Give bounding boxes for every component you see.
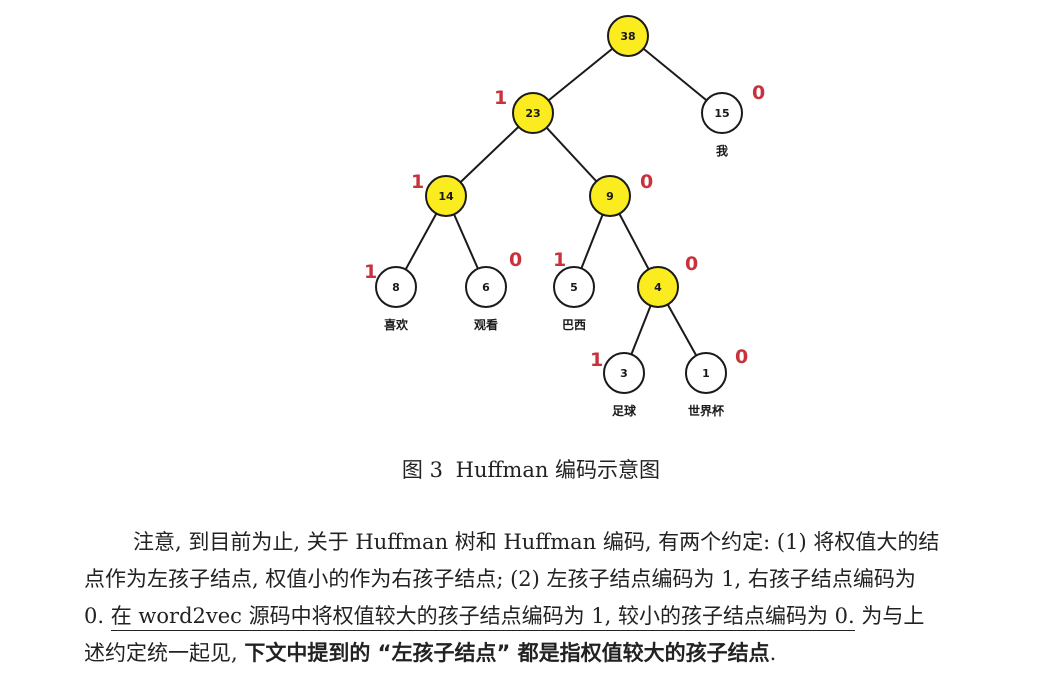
huffman-tree-figure: 3823115我0141908喜欢16观看05巴西1403足球11世界杯0 [364, 15, 765, 418]
node-code-label: 0 [640, 171, 653, 193]
node-word-label: 巴西 [562, 318, 586, 332]
paragraph-line-2: 点作为左孩子结点, 权值小的作为右孩子结点; (2) 左孩子结点编码为 1, 右… [84, 567, 916, 591]
tree-node: 14 1 [411, 171, 467, 217]
node-code-label: 0 [685, 253, 698, 275]
tree-node: 5 巴西 1 [553, 249, 595, 332]
figure-caption: 图 3 Huffman 编码示意图 [0, 454, 1062, 484]
tree-node: 38 [607, 15, 649, 57]
line-4-start: 述约定统一起见, [84, 641, 238, 665]
underlined-statement: 在 word2vec 源码中将权值较大的孩子结点编码为 1, 较小的孩子结点编码… [110, 604, 855, 631]
tree-node: 3 足球 1 [590, 349, 645, 418]
figure-label: 图 3 [401, 458, 443, 482]
node-code-label: 1 [411, 171, 424, 193]
line-3-start: 0. [84, 604, 105, 628]
node-word-label: 世界杯 [688, 403, 725, 418]
node-value: 3 [620, 367, 628, 380]
paragraph-line-1: 注意, 到目前为止, 关于 Huffman 树和 Huffman 编码, 有两个… [133, 530, 940, 554]
paragraph-line-3: 0. 在 word2vec 源码中将权值较大的孩子结点编码为 1, 较小的孩子结… [84, 598, 1054, 635]
body-paragraph: 注意, 到目前为止, 关于 Huffman 树和 Huffman 编码, 有两个… [84, 524, 1054, 672]
tree-node: 1 世界杯 0 [685, 346, 748, 418]
node-value: 5 [570, 281, 578, 294]
node-value: 8 [392, 281, 400, 294]
bold-statement: 下文中提到的 “左孩子结点” 都是指权值较大的孩子结点 [244, 641, 770, 665]
node-word-label: 喜欢 [384, 317, 409, 332]
node-code-label: 0 [509, 249, 522, 271]
node-value: 1 [702, 367, 710, 380]
node-value: 4 [654, 281, 662, 294]
node-value: 15 [714, 107, 729, 120]
node-code-label: 0 [752, 82, 765, 104]
tree-node: 8 喜欢 1 [364, 261, 417, 332]
paragraph-line-4: 述约定统一起见, 下文中提到的 “左孩子结点” 都是指权值较大的孩子结点. [84, 635, 1054, 672]
node-code-label: 0 [735, 346, 748, 368]
line-3-end: 为与上 [861, 604, 925, 628]
node-value: 6 [482, 281, 490, 294]
node-value: 38 [620, 30, 635, 43]
node-code-label: 1 [553, 249, 566, 271]
tree-node: 90 [589, 171, 653, 217]
node-value: 9 [606, 190, 614, 203]
node-word-label: 足球 [612, 403, 637, 418]
node-code-label: 1 [364, 261, 377, 283]
tree-node: 40 [637, 253, 698, 308]
figure-title: Huffman 编码示意图 [455, 458, 661, 482]
node-value: 14 [438, 190, 454, 203]
node-word-label: 观看 [474, 317, 498, 332]
tree-node: 23 1 [494, 87, 554, 134]
node-word-label: 我 [716, 143, 728, 158]
line-4-end: . [769, 641, 777, 665]
node-code-label: 1 [494, 87, 507, 109]
tree-node: 15 我 0 [701, 82, 765, 158]
node-value: 23 [525, 107, 540, 120]
node-code-label: 1 [590, 349, 603, 371]
